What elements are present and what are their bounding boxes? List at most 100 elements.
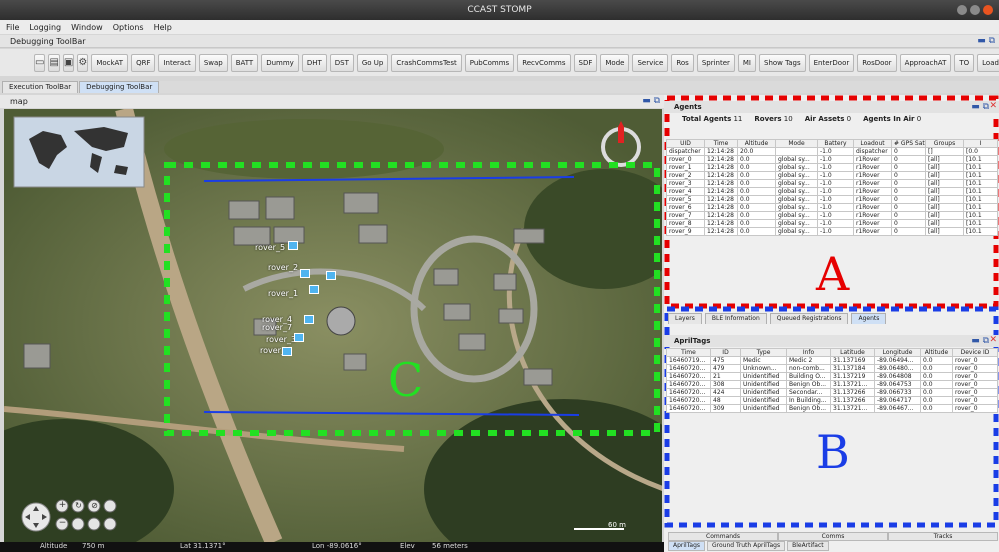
toolbar-button-mode[interactable]: Mode: [600, 53, 630, 72]
tab-ground-truth-apriltags[interactable]: Ground Truth AprilTags: [707, 541, 786, 551]
column-header[interactable]: I: [963, 139, 998, 148]
column-header[interactable]: Time: [704, 139, 738, 148]
column-header[interactable]: Groups: [925, 139, 964, 148]
tab-execution-toolbar[interactable]: Execution ToolBar: [2, 81, 79, 93]
rover-icon[interactable]: [309, 285, 319, 294]
world-minimap[interactable]: [14, 117, 144, 187]
toolbar-button-go-up[interactable]: Go Up: [356, 53, 389, 72]
toolbar-button-approachat[interactable]: ApproachAT: [899, 53, 952, 72]
table-row[interactable]: rover_0 12:14:28 0.0 global sy... -1.0 r1Rove…: [666, 155, 998, 164]
toolbar-button-dummy[interactable]: Dummy: [261, 53, 299, 72]
rover-icon[interactable]: [294, 333, 304, 342]
column-header[interactable]: ID: [710, 348, 741, 357]
table-row[interactable]: rover_2 12:14:28 0.0 global sy... -1.0 r1Rove…: [666, 171, 998, 180]
table-row[interactable]: rover_3 12:14:28 0.0 global sy... -1.0 r1Rove…: [666, 179, 998, 188]
tilt-icon[interactable]: ⊘: [89, 500, 100, 511]
column-header[interactable]: Type: [740, 348, 787, 357]
column-header[interactable]: Latitude: [830, 348, 875, 357]
column-header[interactable]: Altitude: [737, 139, 776, 148]
tab-tracks[interactable]: Tracks: [888, 532, 998, 541]
rotate-icon[interactable]: ↻: [73, 500, 84, 511]
menu-help[interactable]: Help: [154, 23, 172, 32]
tab-bleartifact[interactable]: BleArtifact: [787, 541, 829, 551]
toolbar-button-dht[interactable]: DHT: [301, 53, 327, 72]
toolbar-button-dst[interactable]: DST: [329, 53, 354, 72]
tab-commands[interactable]: Commands: [668, 532, 778, 541]
toolbar-button-pubcomms[interactable]: PubComms: [464, 53, 515, 72]
zoom-in-icon[interactable]: +: [57, 500, 68, 511]
toolbar-button-interact[interactable]: Interact: [158, 53, 196, 72]
column-header[interactable]: Device ID: [952, 348, 998, 357]
file-icon[interactable]: ▤: [48, 53, 60, 72]
menu-options[interactable]: Options: [113, 23, 144, 32]
column-header[interactable]: Altitude: [920, 348, 953, 357]
tab-layers[interactable]: Layers: [668, 313, 702, 324]
toolbar-button-mi[interactable]: MI: [737, 53, 756, 72]
tab-ble-information[interactable]: BLE Information: [704, 313, 767, 324]
table-row[interactable]: 16460720... 21 Unidentified Building O... 31…: [666, 372, 998, 381]
rover-icon[interactable]: [288, 241, 298, 250]
dock-controls-icon[interactable]: ▬ ⧉: [977, 35, 995, 48]
map-view[interactable]: + − ↻ ⊘ rover_5 rover_1 rover_2 rover_4 …: [4, 109, 662, 542]
tab-agents[interactable]: Agents: [851, 313, 887, 324]
table-row[interactable]: 16460719... 475 Medic Medic 2 31.137169 -89.0…: [666, 356, 998, 365]
toolbar-button-mockat[interactable]: MockAT: [91, 53, 129, 72]
column-header[interactable]: # GPS Sat: [891, 139, 926, 148]
tab-comms[interactable]: Comms: [778, 532, 888, 541]
menu-logging[interactable]: Logging: [29, 23, 61, 32]
toolbar-button-service[interactable]: Service: [632, 53, 669, 72]
table-row[interactable]: 16460720... 309 Unidentified Benign Ob... 31…: [666, 404, 998, 413]
toolbar-button-ros[interactable]: Ros: [671, 53, 694, 72]
menu-file[interactable]: File: [6, 23, 19, 32]
toolbar-button-recvcomms[interactable]: RecvComms: [517, 53, 571, 72]
close-window-icon[interactable]: [983, 5, 993, 15]
column-header[interactable]: UID: [666, 139, 705, 148]
save-icon[interactable]: ▣: [62, 53, 75, 72]
menu-window[interactable]: Window: [71, 23, 103, 32]
toolbar-button-qrf[interactable]: QRF: [131, 53, 156, 72]
maximize-window-icon[interactable]: [970, 5, 980, 15]
toolbar-button-load-run[interactable]: Load Run: [977, 53, 999, 72]
tab-apriltags[interactable]: AprilTags: [668, 541, 705, 551]
apriltags-dock-icon[interactable]: ▬ ⧉: [971, 335, 989, 347]
column-header[interactable]: Longitude: [874, 348, 921, 357]
column-header[interactable]: Battery: [817, 139, 854, 148]
agents-close-icon[interactable]: ✕: [989, 100, 997, 112]
toolbar-button-enterdoor[interactable]: EnterDoor: [808, 53, 855, 72]
toolbar-button-swap[interactable]: Swap: [198, 53, 228, 72]
rover-icon[interactable]: [300, 269, 310, 278]
table-row[interactable]: rover_8 12:14:28 0.0 global sy... -1.0 r1Rove…: [666, 219, 998, 228]
table-row[interactable]: rover_4 12:14:28 0.0 global sy... -1.0 r1Rove…: [666, 187, 998, 196]
rover-icon[interactable]: [282, 347, 292, 356]
tab-debugging-toolbar[interactable]: Debugging ToolBar: [79, 81, 160, 93]
apriltags-close-icon[interactable]: ✕: [989, 334, 997, 346]
zoom-out-icon[interactable]: −: [57, 518, 68, 529]
minimize-window-icon[interactable]: [957, 5, 967, 15]
column-header[interactable]: Time: [666, 348, 711, 357]
table-row[interactable]: dispatcher 12:14:28 20.0 -1.0 dispatcher 0[][…: [666, 147, 998, 156]
toolbar-button-batt[interactable]: BATT: [230, 53, 259, 72]
page-icon[interactable]: ▭: [34, 53, 46, 72]
table-row[interactable]: 16460720... 48 Unidentified In Building... 3…: [666, 396, 998, 405]
table-row[interactable]: rover_9 12:14:28 0.0 global sy... -1.0 r1Rove…: [666, 227, 998, 236]
column-header[interactable]: Mode: [775, 139, 818, 148]
table-row[interactable]: rover_6 12:14:28 0.0 global sy... -1.0 r1Rove…: [666, 203, 998, 212]
table-row[interactable]: rover_1 12:14:28 0.0 global sy... -1.0 r1Rove…: [666, 163, 998, 172]
column-header[interactable]: Loadout: [853, 139, 892, 148]
pan-control-icon[interactable]: [22, 503, 50, 531]
table-row[interactable]: 16460720... 479 Unknown... non-comb... 31.13…: [666, 364, 998, 373]
tab-queued-registrations[interactable]: Queued Registrations: [769, 313, 849, 324]
rover-icon[interactable]: [304, 315, 314, 324]
toolbar-button-to[interactable]: TO: [954, 53, 975, 72]
rover-icon[interactable]: [326, 271, 336, 280]
toolbar-button-show-tags[interactable]: Show Tags: [759, 53, 806, 72]
compass-icon[interactable]: [601, 127, 641, 167]
robot-icon[interactable]: ⚙: [77, 53, 89, 72]
agents-dock-icon[interactable]: ▬ ⧉: [971, 101, 989, 113]
toolbar-button-rosdoor[interactable]: RosDoor: [857, 53, 897, 72]
table-row[interactable]: 16460720... 424 Unidentified Secondar... 31.…: [666, 388, 998, 397]
toolbar-button-crashcommstest[interactable]: CrashCommsTest: [391, 53, 462, 72]
table-row[interactable]: rover_5 12:14:28 0.0 global sy... -1.0 r1Rove…: [666, 195, 998, 204]
toolbar-button-sdf[interactable]: SDF: [573, 53, 598, 72]
table-row[interactable]: rover_7 12:14:28 0.0 global sy... -1.0 r1Rove…: [666, 211, 998, 220]
